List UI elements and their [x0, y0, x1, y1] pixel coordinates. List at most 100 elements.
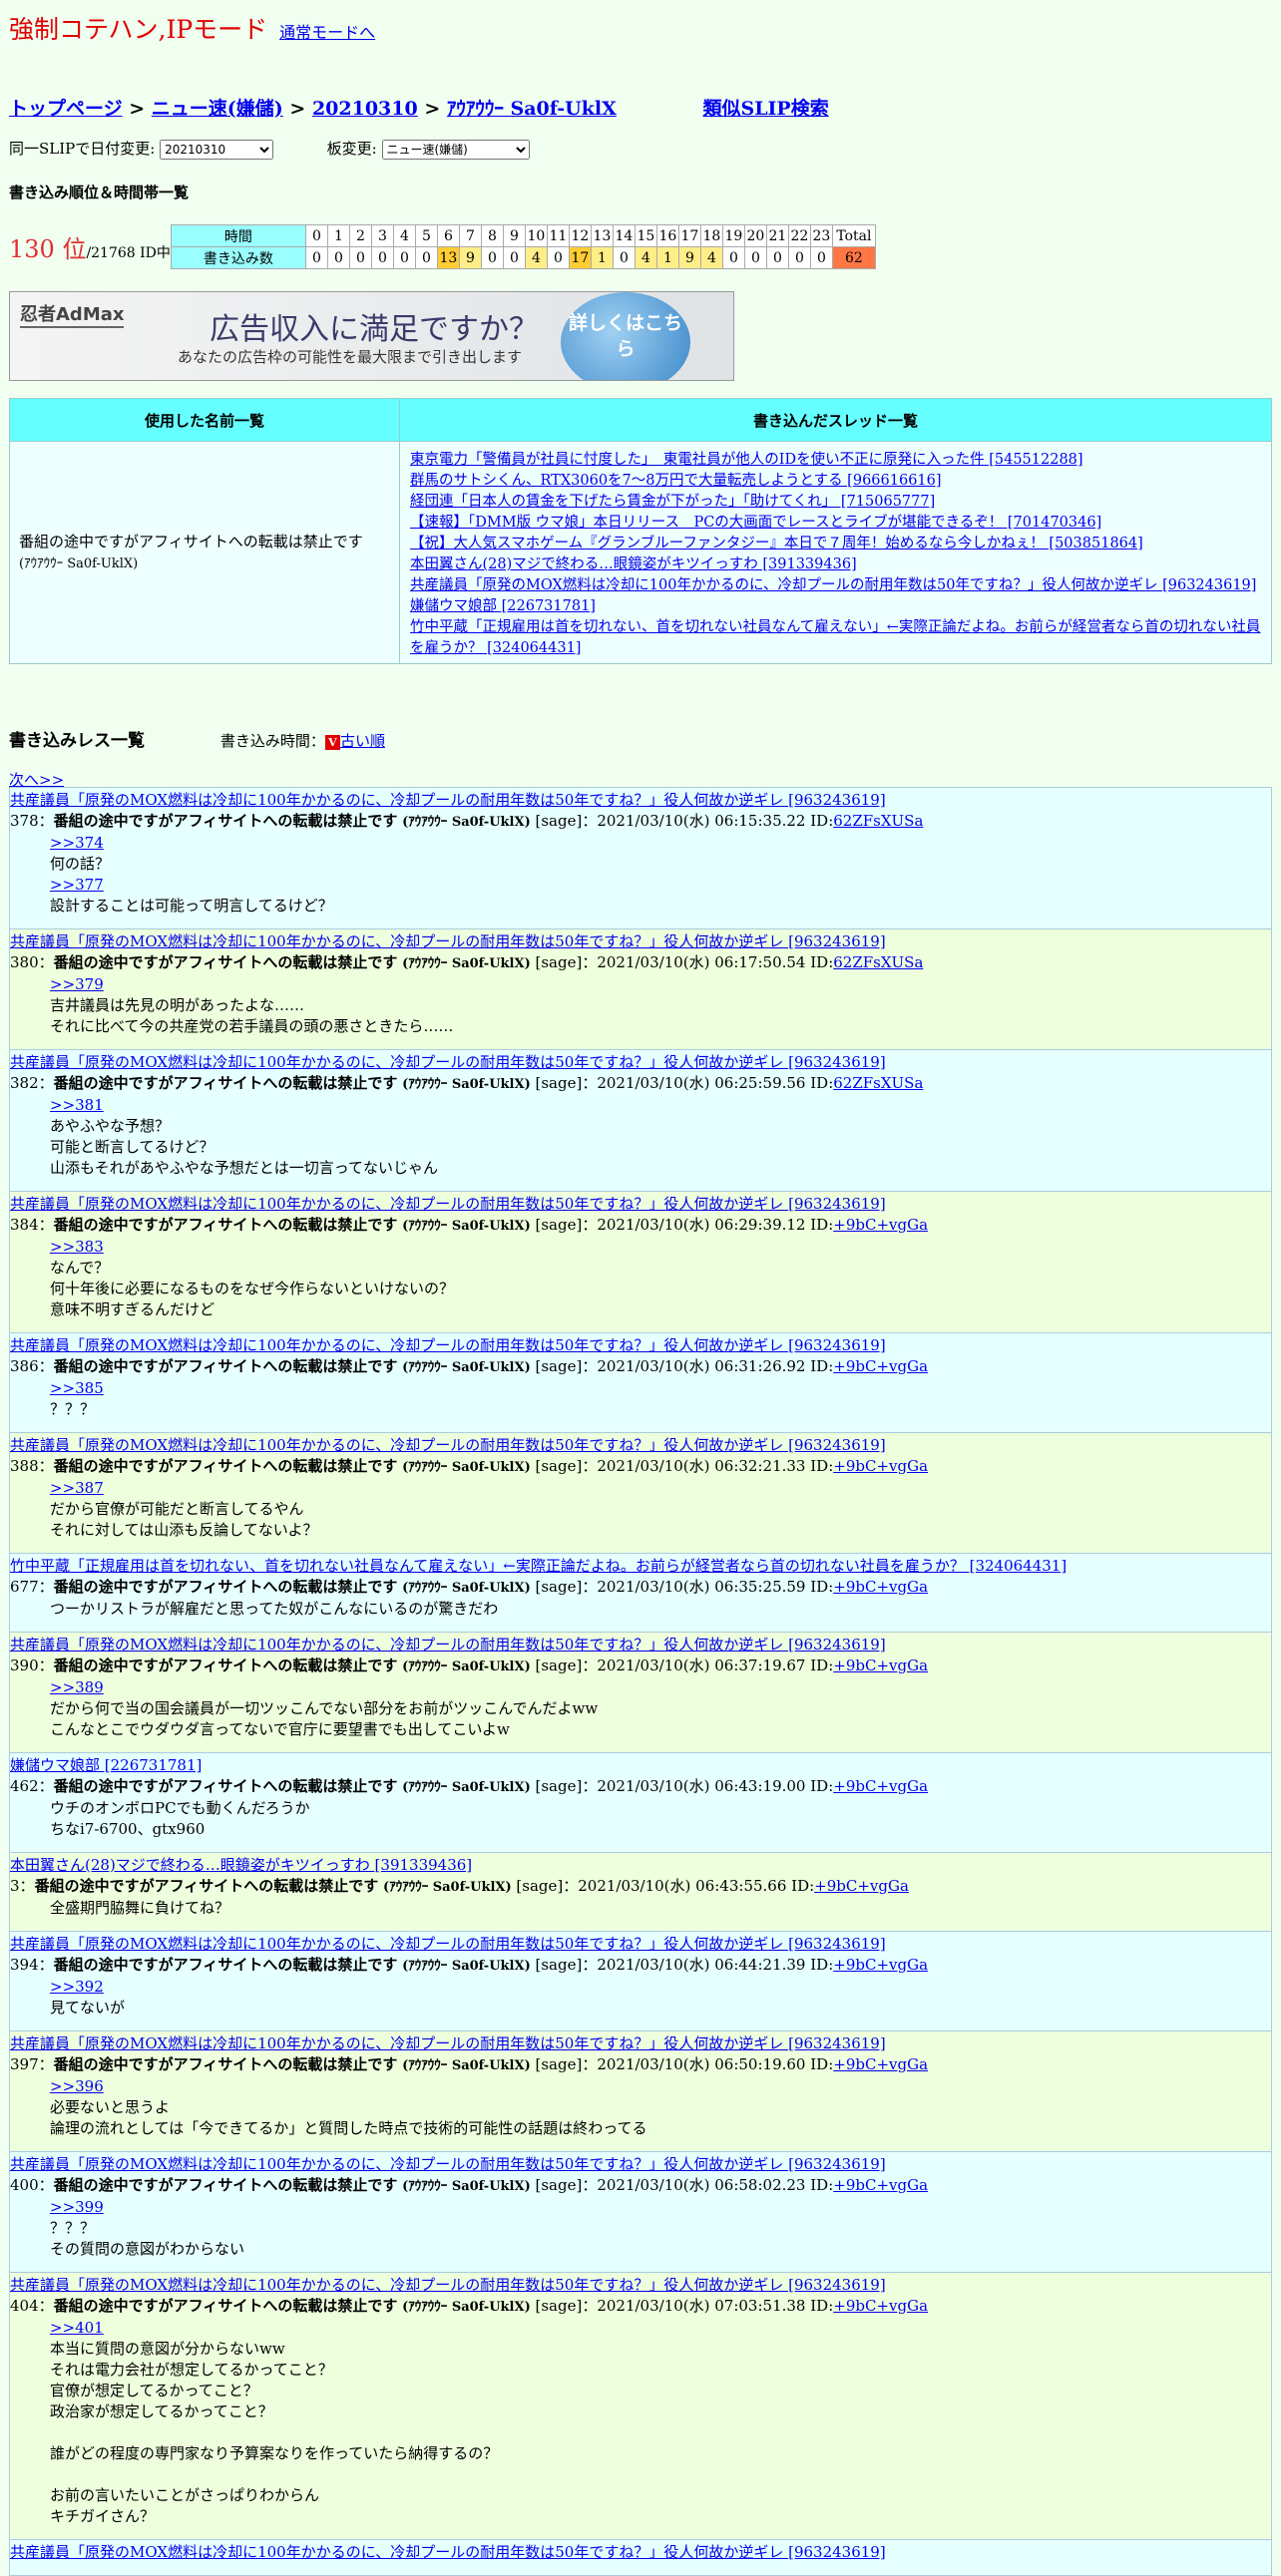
post-thread-link[interactable]: 共産議員「原発のMOX燃料は冷却に100年かかるのに、冷却プールの耐用年数は50… — [10, 1052, 1271, 1073]
thread-link[interactable]: 東京電力「警備員が社員に忖度した」 東電社員が他人のIDを使い不正に原発に入った… — [410, 452, 1083, 468]
post-thread-link[interactable]: 共産議員「原発のMOX燃料は冷却に100年かかるのに、冷却プールの耐用年数は50… — [10, 2275, 1271, 2296]
hour-cell: 8 — [480, 224, 504, 247]
hour-cell: 6 — [436, 224, 460, 247]
post-thread-link[interactable]: 竹中平蔵「正規雇用は首を切れない、首を切れない社員なんて雇えない」←実際正論だよ… — [10, 1556, 1271, 1577]
post-id-link[interactable]: +9bC+vgGa — [833, 1457, 928, 1475]
post-text-line: 何の話？ — [50, 855, 111, 873]
post-text-line: 必要ないと思うよ — [50, 2098, 171, 2116]
post-header: 386：番組の途中ですがアフィサイトへの転載は禁止です (ｱｳｱｳｳｰ Sa0f… — [10, 1356, 1271, 1378]
post-text-line: ？？？ — [50, 2219, 96, 2237]
ad-banner[interactable]: 忍者AdMax 広告収入に満足ですか？ あなたの広告枠の可能性を最大限まで引き出… — [9, 291, 734, 381]
post-thread-link[interactable]: 嫌儲ウマ娘部 [226731781] — [10, 1755, 1271, 1776]
reply-anchor-link[interactable]: >>379 — [50, 974, 1271, 995]
thread-link[interactable]: 本田翼さん(28)マジで終わる…眼鏡姿がキツイっすわ [391339436] — [410, 556, 857, 572]
post-text-line: キチガイさん？ — [50, 2507, 156, 2525]
hour-cell: 12 — [568, 224, 592, 247]
post-id-link[interactable]: +9bC+vgGa — [833, 1216, 928, 1234]
post-id-link[interactable]: 62ZFsXUSa — [833, 1074, 923, 1092]
thread-link[interactable]: 【速報】「DMM版 ウマ娘」本日リリース PCの大画面でレースとライブが堪能でき… — [410, 515, 1101, 531]
post-author-name: 番組の途中ですがアフィサイトへの転載は禁止です — [34, 1877, 379, 1895]
thread-link[interactable]: 経団連「日本人の賃金を下げたら賃金が下がった」「助けてくれ」 [71506577… — [410, 494, 935, 510]
post-thread-link[interactable]: 共産議員「原発のMOX燃料は冷却に100年かかるのに、冷却プールの耐用年数は50… — [10, 2033, 1271, 2054]
post-text-line: あやふやな予想？ — [50, 1117, 171, 1135]
post-sep: ： — [38, 1578, 54, 1596]
breadcrumb-date[interactable]: 20210310 — [312, 98, 418, 120]
reply-anchor-link[interactable]: >>392 — [50, 1977, 1271, 1998]
post-number: 378 — [10, 812, 39, 830]
post-item: 嫌儲ウマ娘部 [226731781] 462：番組の途中ですがアフィサイトへの転載… — [9, 1752, 1272, 1853]
count-cell: 0 — [502, 246, 526, 269]
count-cell: 0 — [743, 246, 767, 269]
post-meta: [sage]：2021/03/10(水) 06:15:35.22 ID: — [535, 812, 834, 830]
post-thread-link[interactable]: 共産議員「原発のMOX燃料は冷却に100年かかるのに、冷却プールの耐用年数は50… — [10, 2154, 1271, 2175]
sort-oldest-link[interactable]: 古い順 — [340, 732, 385, 750]
post-id-link[interactable]: +9bC+vgGa — [833, 1357, 928, 1375]
breadcrumb-user[interactable]: ｱｳｱｳｳｰ Sa0f-UklX — [447, 98, 617, 120]
thread-link[interactable]: 共産議員「原発のMOX燃料は冷却に100年かかるのに、冷却プールの耐用年数は50… — [410, 577, 1256, 593]
thread-link[interactable]: 嫌儲ウマ娘部 [226731781] — [410, 598, 596, 614]
breadcrumb-board[interactable]: ニュー速(嫌儲) — [152, 98, 283, 120]
post-text-line: だから官僚が可能だと断言してるやん — [50, 1500, 304, 1518]
total-count: 62 — [831, 246, 876, 269]
post-id-link[interactable]: +9bC+vgGa — [833, 2055, 928, 2073]
post-text-line: ちなi7-6700、gtx960 — [50, 1820, 206, 1838]
post-sep: ： — [38, 1956, 54, 1974]
post-meta: [sage]：2021/03/10(水) 06:17:50.54 ID: — [535, 953, 834, 971]
post-text-line: 何十年後に必要になるものをなぜ今作らないといけないの？ — [50, 1280, 455, 1297]
post-id-link[interactable]: +9bC+vgGa — [814, 1877, 909, 1895]
post-id-link[interactable]: +9bC+vgGa — [833, 1656, 928, 1674]
thread-link[interactable]: 群馬のサトシくん、RTX3060を7～8万円で大量転売しようとする [96661… — [410, 473, 942, 489]
post-thread-link[interactable]: 共産議員「原発のMOX燃料は冷却に100年かかるのに、冷却プールの耐用年数は50… — [10, 2542, 1271, 2563]
post-thread-link[interactable]: 共産議員「原発のMOX燃料は冷却に100年かかるのに、冷却プールの耐用年数は50… — [10, 1635, 1271, 1656]
post-thread-link[interactable]: 共産議員「原発のMOX燃料は冷却に100年かかるのに、冷却プールの耐用年数は50… — [10, 931, 1271, 952]
post-thread-link[interactable]: 共産議員「原発のMOX燃料は冷却に100年かかるのに、冷却プールの耐用年数は50… — [10, 1934, 1271, 1955]
count-cell: 0 — [348, 246, 372, 269]
breadcrumb-top[interactable]: トップページ — [9, 98, 123, 120]
post-thread-link[interactable]: 本田翼さん(28)マジで終わる…眼鏡姿がキツイっすわ [391339436] — [10, 1855, 1271, 1876]
post-meta: [sage]：2021/03/10(水) 06:37:19.67 ID: — [535, 1656, 834, 1674]
post-thread-link[interactable]: 共産議員「原発のMOX燃料は冷却に100年かかるのに、冷却プールの耐用年数は50… — [10, 790, 1271, 811]
date-select[interactable]: 20210310 — [160, 140, 274, 160]
hour-cell: 19 — [721, 224, 745, 247]
post-id-link[interactable]: +9bC+vgGa — [833, 1956, 928, 1974]
reply-anchor-link[interactable]: >>377 — [50, 875, 1271, 896]
similar-slip-search-link[interactable]: 類似SLIP検索 — [702, 98, 828, 120]
post-id-link[interactable]: 62ZFsXUSa — [833, 812, 923, 830]
post-id-link[interactable]: +9bC+vgGa — [833, 1578, 928, 1596]
post-meta: [sage]：2021/03/10(水) 07:03:51.38 ID: — [535, 2297, 834, 2315]
normal-mode-link[interactable]: 通常モードへ — [279, 23, 375, 42]
count-cell: 0 — [304, 246, 328, 269]
post-author-trip: (ｱｳｱｳｳｰ Sa0f-UklX) — [402, 1360, 531, 1375]
reply-anchor-link[interactable]: >>396 — [50, 2076, 1271, 2097]
ad-details-button[interactable]: 詳しくはこちら — [561, 292, 690, 380]
board-select[interactable]: ニュー速(嫌儲) — [381, 140, 530, 160]
hour-cell: 1 — [326, 224, 350, 247]
post-thread-link[interactable]: 共産議員「原発のMOX燃料は冷却に100年かかるのに、冷却プールの耐用年数は50… — [10, 1435, 1271, 1456]
count-cell: 13 — [436, 246, 460, 269]
page-title: 強制コテハン,IPモード 通常モードへ — [9, 10, 375, 46]
post-item: 共産議員「原発のMOX燃料は冷却に100年かかるのに、冷却プールの耐用年数は50… — [9, 928, 1272, 1050]
post-id-link[interactable]: +9bC+vgGa — [833, 1777, 928, 1795]
reply-anchor-link[interactable]: >>374 — [50, 833, 1271, 854]
post-body: >>387 だから官僚が可能だと断言してるやん それに対しては山添も反論してないよ？ — [10, 1478, 1271, 1541]
responses-heading: 書き込みレス一覧 書き込み時間： V 古い順 — [9, 726, 385, 751]
post-thread-link[interactable]: 共産議員「原発のMOX燃料は冷却に100年かかるのに、冷却プールの耐用年数は50… — [10, 1335, 1271, 1356]
reply-anchor-link[interactable]: >>399 — [50, 2197, 1271, 2218]
post-id-link[interactable]: +9bC+vgGa — [833, 2176, 928, 2194]
count-cell: 0 — [612, 246, 636, 269]
reply-anchor-link[interactable]: >>401 — [50, 2318, 1271, 2339]
thread-link[interactable]: 竹中平蔵「正規雇用は首を切れない、首を切れない社員なんて雇えない」←実際正論だよ… — [410, 619, 1260, 656]
reply-anchor-link[interactable]: >>385 — [50, 1378, 1271, 1399]
post-id-link[interactable]: 62ZFsXUSa — [833, 953, 923, 971]
post-header: 394：番組の途中ですがアフィサイトへの転載は禁止です (ｱｳｱｳｳｰ Sa0f… — [10, 1955, 1271, 1977]
thread-link[interactable]: 【祝】大人気スマホゲーム『グランブルーファンタジー』本日で７周年！始めるなら今し… — [410, 536, 1143, 552]
threads-column-header: 書き込んだスレッド一覧 — [399, 398, 1272, 442]
post-id-link[interactable]: +9bC+vgGa — [833, 2297, 928, 2315]
reply-anchor-link[interactable]: >>389 — [50, 1677, 1271, 1698]
reply-anchor-link[interactable]: >>387 — [50, 1478, 1271, 1499]
post-number: 677 — [10, 1578, 39, 1596]
post-thread-link[interactable]: 共産議員「原発のMOX燃料は冷却に100年かかるのに、冷却プールの耐用年数は50… — [10, 1194, 1271, 1215]
post-item: 共産議員「原発のMOX燃料は冷却に100年かかるのに、冷却プールの耐用年数は50… — [9, 1632, 1272, 1753]
reply-anchor-link[interactable]: >>383 — [50, 1237, 1271, 1258]
reply-anchor-link[interactable]: >>381 — [50, 1095, 1271, 1116]
